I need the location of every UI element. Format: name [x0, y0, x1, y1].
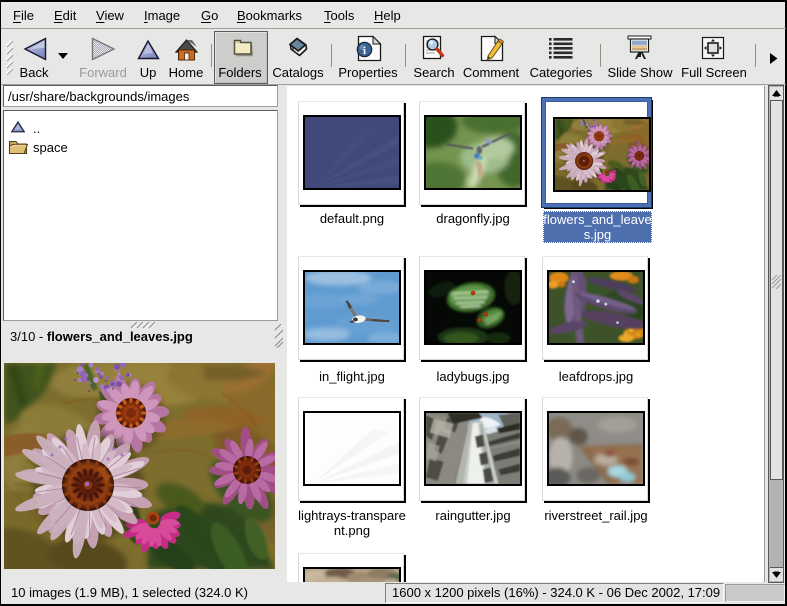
svg-text:i: i [363, 45, 366, 57]
